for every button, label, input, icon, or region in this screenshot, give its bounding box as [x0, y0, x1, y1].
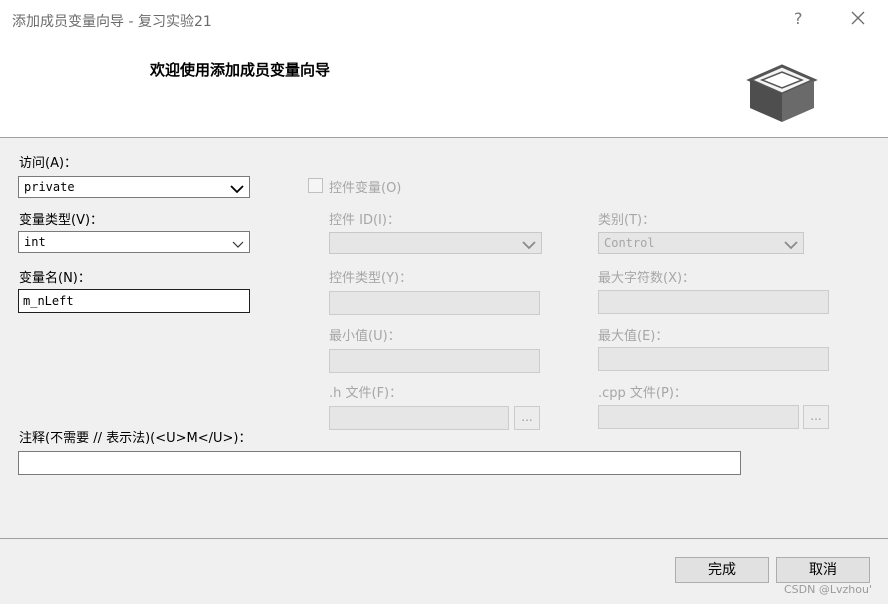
- control-var-label: 控件变量(O): [329, 181, 402, 196]
- var-type-value: int: [24, 235, 46, 249]
- min-value-input[interactable]: [329, 349, 540, 373]
- h-file-browse-button[interactable]: ...: [514, 406, 540, 430]
- control-type-label: 控件类型(Y)：: [329, 271, 413, 286]
- title-bar: 添加成员变量向导 - 复习实验21 ?: [0, 0, 888, 40]
- var-type-combo[interactable]: int: [18, 231, 250, 253]
- h-file-label: .h 文件(F)：: [329, 386, 403, 401]
- comment-input[interactable]: [18, 451, 741, 475]
- category-combo[interactable]: Control: [598, 232, 804, 254]
- h-file-input[interactable]: [329, 406, 509, 430]
- chevron-down-icon: [522, 239, 536, 254]
- var-name-label: 变量名(N)：: [19, 271, 91, 286]
- box-icon: [746, 62, 818, 128]
- cancel-button[interactable]: 取消: [776, 557, 870, 583]
- wizard-header: 欢迎使用添加成员变量向导: [0, 40, 888, 138]
- access-value: private: [24, 180, 75, 194]
- comment-label: 注释(不需要 // 表示法)(<U>M</U>)：: [19, 431, 252, 446]
- max-chars-label: 最大字符数(X)：: [598, 271, 696, 286]
- var-type-label: 变量类型(V)：: [19, 213, 104, 228]
- finish-button[interactable]: 完成: [675, 557, 769, 583]
- max-value-input[interactable]: [598, 347, 829, 371]
- cpp-file-browse-button[interactable]: ...: [803, 405, 829, 429]
- control-id-label: 控件 ID(I)：: [329, 213, 400, 228]
- chevron-down-icon: [230, 183, 244, 198]
- category-label: 类别(T)：: [598, 213, 656, 228]
- min-value-label: 最小值(U)：: [329, 329, 401, 344]
- window-title: 添加成员变量向导 - 复习实验21: [12, 14, 212, 30]
- var-name-input[interactable]: m_nLeft: [18, 289, 250, 313]
- help-button[interactable]: ?: [794, 9, 803, 28]
- max-chars-input[interactable]: [598, 290, 829, 314]
- control-var-checkbox[interactable]: [308, 178, 323, 193]
- cpp-file-input[interactable]: [598, 405, 799, 429]
- var-name-value: m_nLeft: [23, 294, 74, 308]
- max-value-label: 最大值(E)：: [598, 329, 669, 344]
- footer-divider: [0, 538, 888, 539]
- cpp-file-label: .cpp 文件(P)：: [598, 386, 687, 401]
- access-select[interactable]: private: [18, 176, 250, 198]
- chevron-down-icon: [232, 238, 244, 253]
- close-icon[interactable]: [848, 8, 868, 28]
- welcome-text: 欢迎使用添加成员变量向导: [150, 61, 331, 79]
- chevron-down-icon: [784, 239, 798, 254]
- access-label: 访问(A)：: [19, 156, 78, 171]
- category-value: Control: [604, 236, 655, 250]
- watermark: CSDN @Lvzhou': [784, 583, 872, 596]
- control-type-input[interactable]: [329, 291, 540, 315]
- control-id-combo[interactable]: [329, 232, 542, 254]
